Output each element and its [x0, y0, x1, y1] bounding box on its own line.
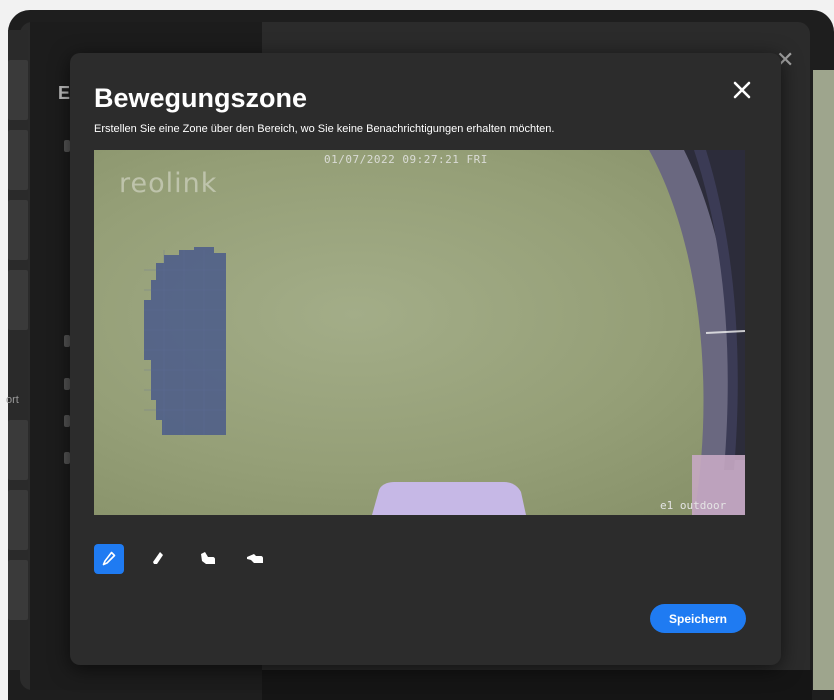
reolink-logo: reolink: [119, 168, 218, 199]
pencil-icon[interactable]: [94, 544, 124, 574]
camera-preview[interactable]: 01/07/2022 09:27:21 FRI reolink e1 outdo…: [94, 150, 745, 515]
dialog-subtitle: Erstellen Sie eine Zone über den Bereich…: [94, 123, 555, 135]
background-bottom-bar: [262, 670, 812, 700]
save-button[interactable]: Speichern: [650, 604, 746, 633]
eraser-icon[interactable]: [144, 544, 174, 574]
motion-zone-dialog: Bewegungszone Erstellen Sie eine Zone üb…: [70, 53, 781, 665]
camera-name: e1 outdoor: [660, 499, 727, 512]
background-left-label: ort: [6, 394, 19, 406]
background-camera-edge: [813, 70, 834, 690]
dialog-title: Bewegungszone: [94, 83, 308, 113]
background-dialog-letter: E: [58, 83, 71, 103]
select-all-icon[interactable]: [192, 544, 222, 574]
background-left-strip: [8, 30, 28, 670]
clear-all-icon[interactable]: [240, 544, 270, 574]
camera-timestamp: 01/07/2022 09:27:21 FRI: [324, 153, 488, 166]
camera-scene: [144, 150, 745, 515]
close-icon[interactable]: [730, 78, 754, 102]
